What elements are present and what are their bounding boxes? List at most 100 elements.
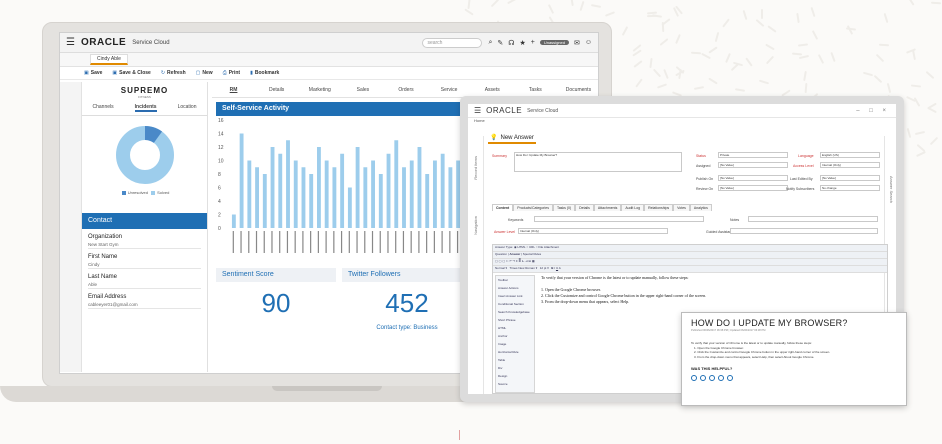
answer-subtab[interactable]: Audit Log	[621, 204, 645, 211]
rating-circle[interactable]	[691, 375, 697, 381]
home-breadcrumb[interactable]: Home	[468, 118, 896, 126]
chat-icon[interactable]: ✉	[574, 39, 580, 47]
nav-tab[interactable]: Assets	[471, 87, 514, 93]
add-icon[interactable]: +	[531, 39, 535, 46]
nav-tab[interactable]: Details	[255, 87, 298, 93]
editor-pane-item[interactable]: Toolbar	[498, 278, 532, 282]
contact-field-value[interactable]: Cindy	[88, 261, 201, 269]
article-meta: Published 06/06/2017 06:38 PM | Updated …	[691, 329, 766, 332]
language-select[interactable]: English (US)	[820, 152, 880, 158]
editor-pane-item[interactable]: Image	[498, 342, 532, 346]
status-pill[interactable]: Unassigned	[539, 40, 569, 45]
contact-field-value[interactable]: cableeyer01@gmail.com	[88, 301, 201, 309]
nav-tab[interactable]: Sales	[341, 87, 384, 93]
new-button[interactable]: ▢ New	[196, 70, 213, 76]
nav-tab[interactable]: Service	[428, 87, 471, 93]
tab-question[interactable]: Question	[495, 252, 507, 256]
answer-subtab[interactable]: Details	[575, 204, 594, 211]
editor-pane-item[interactable]: Div	[498, 366, 532, 370]
rating-circle[interactable]	[727, 375, 733, 381]
nav-tab[interactable]: RM	[212, 87, 255, 93]
nav-tab[interactable]: Tasks	[514, 87, 557, 93]
editor-pane-item[interactable]: Short Phrase	[498, 318, 532, 322]
headset-icon[interactable]: ☊	[508, 39, 514, 47]
save-close-button[interactable]: ▣ Save & Close	[112, 70, 150, 76]
refresh-button[interactable]: ↻ Refresh	[161, 70, 186, 76]
answer-body[interactable]: To verify that your version of Chrome is…	[541, 275, 871, 305]
editor-pane-item[interactable]: Insert Answer Link	[498, 294, 532, 298]
menu-icon[interactable]: ☰	[66, 37, 75, 48]
record-tabs: Cindy Able	[60, 53, 598, 67]
editor-pane-item[interactable]: Anchor	[498, 334, 532, 338]
assigned-select[interactable]: [No Value]	[718, 162, 788, 168]
answer-level-select[interactable]: Internal (Only)	[518, 228, 668, 234]
contact-field-value[interactable]: Able	[88, 281, 201, 289]
activity-bar	[309, 174, 314, 228]
editor-pane-item[interactable]: Table	[498, 358, 532, 362]
size-select[interactable]: 12 pt	[540, 266, 547, 270]
menu-icon[interactable]: ☰	[474, 106, 481, 115]
nav-tab[interactable]: Marketing	[298, 87, 341, 93]
editor-pane-item[interactable]: Search Knowledgebase	[498, 310, 532, 314]
tab-cindy-able[interactable]: Cindy Able	[90, 54, 128, 65]
answer-subtab[interactable]: Relationships	[644, 204, 674, 211]
background-dash	[467, 0, 471, 10]
user-avatar-icon[interactable]: ☺	[585, 39, 592, 46]
tab-location[interactable]: Location	[178, 104, 197, 112]
y-tick-label: 14	[218, 132, 224, 138]
guided-assistance-field[interactable]	[730, 228, 878, 234]
rating-circle[interactable]	[718, 375, 724, 381]
tab-incidents[interactable]: Incidents	[134, 104, 157, 112]
editor-pane-item[interactable]: HTML	[498, 326, 532, 330]
article-step-3: 3. From the drop-down menu that appears,…	[694, 354, 815, 359]
status-select[interactable]: Private	[718, 152, 788, 158]
save-button[interactable]: ▣ Save	[84, 70, 102, 76]
editor-pane-item[interactable]: Answer Actions	[498, 286, 532, 290]
answer-subtab[interactable]: Votes	[673, 204, 690, 211]
wrench-icon[interactable]: ✎	[497, 39, 503, 47]
answer-subtab[interactable]: Products/Categories	[513, 204, 553, 211]
answer-subtab[interactable]: Content	[492, 204, 514, 211]
font-select[interactable]: Times New Roman	[509, 266, 534, 270]
navigation-label[interactable]: Navigation	[473, 216, 478, 235]
print-button[interactable]: ⎙ Print	[223, 70, 240, 76]
editor-pane-item[interactable]: Conditional Section	[498, 302, 532, 306]
background-dash	[675, 33, 681, 44]
tab-channels[interactable]: Channels	[93, 104, 114, 112]
window-controls[interactable]: – □ ×	[856, 108, 896, 114]
answer-search-label[interactable]: Answer Search	[889, 176, 894, 203]
editor-pane-item[interactable]: Design	[498, 374, 532, 378]
rating-circle[interactable]	[709, 375, 715, 381]
publish-field[interactable]: [No Value]	[718, 175, 788, 181]
answer-subtab[interactable]: Attachments	[593, 204, 622, 211]
style-select[interactable]: Normal	[495, 266, 505, 270]
access-select[interactable]: Internal (Only)	[820, 162, 880, 168]
record-items-label[interactable]: Record Items	[473, 156, 478, 180]
editor-pane-item[interactable]: Source	[498, 382, 532, 386]
activity-bar	[270, 147, 275, 228]
answer-subtab[interactable]: Tasks (0)	[552, 204, 576, 211]
answer-type-url[interactable]: ○ URL	[526, 245, 535, 249]
search-input[interactable]: search	[422, 37, 483, 48]
editor-pane-item[interactable]: Horizontal Rule	[498, 350, 532, 354]
search-icon[interactable]: ⌕	[488, 39, 492, 47]
nav-tab[interactable]: Documents	[557, 87, 598, 93]
review-field[interactable]: [No Value]	[718, 185, 788, 191]
rating-circle[interactable]	[700, 375, 706, 381]
y-tick-label: 12	[218, 145, 224, 151]
summary-field[interactable]: How Do I Update My Browser?	[514, 152, 682, 172]
answer-type-file[interactable]: ○ File Attachment	[536, 245, 559, 249]
bookmark-button[interactable]: ▮ Bookmark	[250, 70, 279, 76]
nav-tab[interactable]: Orders	[384, 87, 427, 93]
notify-select[interactable]: No change	[820, 185, 880, 191]
answer-type-html[interactable]: ◉ HTML	[514, 245, 526, 249]
star-icon[interactable]: ★	[519, 39, 525, 47]
answer-subtab[interactable]: Analytics	[689, 204, 712, 211]
contact-field-value[interactable]: New Start Gym	[88, 241, 201, 249]
tab-answer[interactable]: Answer	[509, 252, 520, 256]
notes-field[interactable]	[748, 216, 878, 222]
background-dash	[931, 1, 942, 5]
tab-special-rules[interactable]: Special Rules	[523, 252, 541, 256]
keywords-field[interactable]	[534, 216, 704, 222]
tab-new-answer[interactable]: 💡 New Answer	[488, 133, 536, 144]
